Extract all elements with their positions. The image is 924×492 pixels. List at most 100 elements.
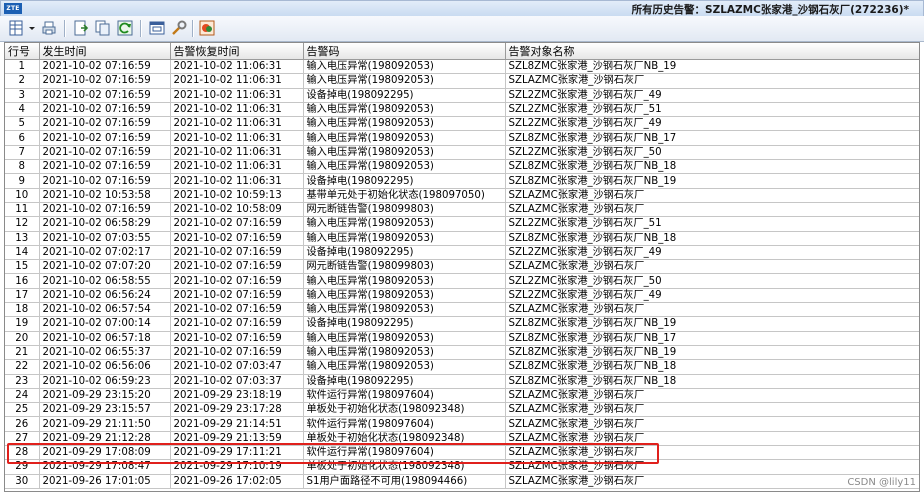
table-row[interactable]: 21 2021-10-02 06:55:37 2021-10-02 07:16:59… xyxy=(5,345,919,361)
cell-recover-time: 2021-10-02 07:16:59 xyxy=(170,316,304,332)
cell-recover-time: 2021-10-02 07:16:59 xyxy=(170,231,304,246)
cell-occur-time: 2021-10-02 06:58:29 xyxy=(39,216,171,232)
column-header-alarm-code[interactable]: 告警码 xyxy=(303,43,506,60)
column-header-occur-time[interactable]: 发生时间 xyxy=(39,43,171,60)
refresh-icon[interactable] xyxy=(116,19,134,37)
cell-row-number: 22 xyxy=(5,359,40,375)
cell-occur-time: 2021-10-02 07:03:55 xyxy=(39,231,171,246)
cell-alarm-object: SZL8ZMC张家港_沙钢石灰厂NB_18 xyxy=(505,159,919,175)
table-row[interactable]: 10 2021-10-02 10:53:58 2021-10-02 10:59:13… xyxy=(5,188,919,203)
table-row[interactable]: 4 2021-10-02 07:16:59 2021-10-02 11:06:31 输… xyxy=(5,102,919,118)
cell-recover-time: 2021-10-02 10:59:13 xyxy=(170,188,304,203)
cell-row-number: 16 xyxy=(5,273,40,289)
cell-recover-time: 2021-10-02 07:03:37 xyxy=(170,374,304,389)
table-row[interactable]: 5 2021-10-02 07:16:59 2021-10-02 11:06:31 输… xyxy=(5,116,919,132)
copy-icon[interactable] xyxy=(94,19,112,37)
table-row[interactable]: 18 2021-10-02 06:57:54 2021-10-02 07:16:59… xyxy=(5,302,919,318)
cell-recover-time: 2021-10-02 07:16:59 xyxy=(170,288,304,304)
table-row[interactable]: 1 2021-10-02 07:16:59 2021-10-02 11:06:31 输… xyxy=(5,59,919,75)
watermark: CSDN @lily11 xyxy=(847,477,916,488)
table-row[interactable]: 9 2021-10-02 07:16:59 2021-10-02 11:06:31 设… xyxy=(5,173,919,189)
cell-occur-time: 2021-10-02 07:07:20 xyxy=(39,259,171,275)
cell-row-number: 15 xyxy=(5,259,40,275)
toolbar-separator xyxy=(192,20,194,37)
cell-row-number: 3 xyxy=(5,88,40,103)
cell-occur-time: 2021-10-02 06:55:37 xyxy=(39,345,171,361)
cell-alarm-code: 输入电压异常(198092053) xyxy=(303,116,506,132)
cell-recover-time: 2021-10-02 07:03:47 xyxy=(170,359,304,375)
cell-recover-time: 2021-10-02 11:06:31 xyxy=(170,73,304,89)
cell-alarm-code: 输入电压异常(198092053) xyxy=(303,231,506,246)
table-row[interactable]: 11 2021-10-02 07:16:59 2021-10-02 10:58:09… xyxy=(5,202,919,218)
table-row[interactable]: 6 2021-10-02 07:16:59 2021-10-02 11:06:31 输… xyxy=(5,130,919,146)
table-row[interactable]: 12 2021-10-02 06:58:29 2021-10-02 07:16:59… xyxy=(5,216,919,232)
cell-alarm-code: 设备掉电(198092295) xyxy=(303,316,506,332)
locate-icon[interactable] xyxy=(198,19,216,37)
cell-alarm-object: SZLAZMC张家港_沙钢石灰厂 xyxy=(505,388,919,404)
cell-alarm-object: SZL2ZMC张家港_沙钢石灰厂_51 xyxy=(505,102,919,118)
cell-occur-time: 2021-10-02 07:16:59 xyxy=(39,202,171,218)
cell-row-number: 11 xyxy=(5,202,40,218)
table-row[interactable]: 19 2021-10-02 07:00:14 2021-10-02 07:16:59… xyxy=(5,316,919,332)
cell-alarm-code: 输入电压异常(198092053) xyxy=(303,159,506,175)
table-row[interactable]: 16 2021-10-02 06:58:55 2021-10-02 07:16:59… xyxy=(5,273,919,289)
toolbar xyxy=(0,16,924,42)
cell-row-number: 25 xyxy=(5,402,40,418)
print-icon[interactable] xyxy=(40,19,58,37)
cell-row-number: 30 xyxy=(5,474,40,489)
export-icon[interactable] xyxy=(72,19,90,37)
column-header-alarm-object[interactable]: 告警对象名称 xyxy=(505,43,919,60)
table-row[interactable]: 23 2021-10-02 06:59:23 2021-10-02 07:03:37… xyxy=(5,374,919,389)
cell-row-number: 14 xyxy=(5,245,40,261)
cell-row-number: 18 xyxy=(5,302,40,318)
cell-row-number: 17 xyxy=(5,288,40,304)
cell-alarm-code: 设备掉电(198092295) xyxy=(303,88,506,103)
cell-occur-time: 2021-10-02 07:16:59 xyxy=(39,130,171,146)
cell-recover-time: 2021-10-02 11:06:31 xyxy=(170,116,304,132)
cell-alarm-code: S1用户面路径不可用(198094466) xyxy=(303,474,506,489)
table-row[interactable]: 20 2021-10-02 06:57:18 2021-10-02 07:16:59… xyxy=(5,331,919,346)
cell-occur-time: 2021-09-29 23:15:57 xyxy=(39,402,171,418)
table-row[interactable]: 15 2021-10-02 07:07:20 2021-10-02 07:16:59… xyxy=(5,259,919,275)
table-row[interactable]: 3 2021-10-02 07:16:59 2021-10-02 11:06:31 设… xyxy=(5,88,919,103)
cell-occur-time: 2021-10-02 07:16:59 xyxy=(39,173,171,189)
toolbar-separator xyxy=(64,20,66,37)
alarm-history-table-container[interactable]: 行号 发生时间 告警恢复时间 告警码 告警对象名称 1 2021-10-02 07… xyxy=(4,42,920,492)
cell-row-number: 24 xyxy=(5,388,40,404)
window-icon[interactable] xyxy=(148,19,166,37)
cell-alarm-object: SZL2ZMC张家港_沙钢石灰厂_49 xyxy=(505,245,919,261)
cell-alarm-object: SZL8ZMC张家港_沙钢石灰厂NB_17 xyxy=(505,331,919,346)
cell-recover-time: 2021-10-02 07:16:59 xyxy=(170,331,304,346)
column-header-recover-time[interactable]: 告警恢复时间 xyxy=(170,43,304,60)
table-row[interactable]: 17 2021-10-02 06:56:24 2021-10-02 07:16:59… xyxy=(5,288,919,304)
table-row[interactable]: 14 2021-10-02 07:02:17 2021-10-02 07:16:59… xyxy=(5,245,919,261)
cell-recover-time: 2021-10-02 11:06:31 xyxy=(170,145,304,161)
cell-row-number: 5 xyxy=(5,116,40,132)
cell-row-number: 7 xyxy=(5,145,40,161)
cell-occur-time: 2021-10-02 07:16:59 xyxy=(39,59,171,75)
cell-alarm-code: 输入电压异常(198092053) xyxy=(303,59,506,75)
column-header-row-number[interactable]: 行号 xyxy=(5,43,40,60)
cell-occur-time: 2021-10-02 07:16:59 xyxy=(39,102,171,118)
dropdown-arrow-icon[interactable] xyxy=(27,19,37,37)
settings-wrench-icon[interactable] xyxy=(170,19,188,37)
table-row[interactable]: 7 2021-10-02 07:16:59 2021-10-02 11:06:31 输… xyxy=(5,145,919,161)
cell-recover-time: 2021-10-02 07:16:59 xyxy=(170,302,304,318)
cell-row-number: 1 xyxy=(5,59,40,75)
cell-recover-time: 2021-10-02 07:16:59 xyxy=(170,345,304,361)
cell-recover-time: 2021-10-02 07:16:59 xyxy=(170,273,304,289)
cell-alarm-object: SZLAZMC张家港_沙钢石灰厂 xyxy=(505,73,919,89)
cell-alarm-object: SZL2ZMC张家港_沙钢石灰厂_50 xyxy=(505,273,919,289)
table-view-icon[interactable] xyxy=(8,19,26,37)
table-row[interactable]: 2 2021-10-02 07:16:59 2021-10-02 11:06:31 输… xyxy=(5,73,919,89)
cell-alarm-object: SZLAZMC张家港_沙钢石灰厂 xyxy=(505,302,919,318)
table-row[interactable]: 26 2021-09-29 21:11:50 2021-09-29 21:14:51… xyxy=(5,416,919,432)
table-row[interactable]: 24 2021-09-29 23:15:20 2021-09-29 23:18:19… xyxy=(5,388,919,404)
table-row[interactable]: 22 2021-10-02 06:56:06 2021-10-02 07:03:47… xyxy=(5,359,919,375)
cell-occur-time: 2021-10-02 07:00:14 xyxy=(39,316,171,332)
table-row[interactable]: 25 2021-09-29 23:15:57 2021-09-29 23:17:28… xyxy=(5,402,919,418)
table-row[interactable]: 8 2021-10-02 07:16:59 2021-10-02 11:06:31 输… xyxy=(5,159,919,175)
table-row[interactable]: 30 2021-09-26 17:01:05 2021-09-26 17:02:05… xyxy=(5,474,919,489)
table-row[interactable]: 13 2021-10-02 07:03:55 2021-10-02 07:16:59… xyxy=(5,231,919,246)
cell-alarm-code: 输入电压异常(198092053) xyxy=(303,102,506,118)
